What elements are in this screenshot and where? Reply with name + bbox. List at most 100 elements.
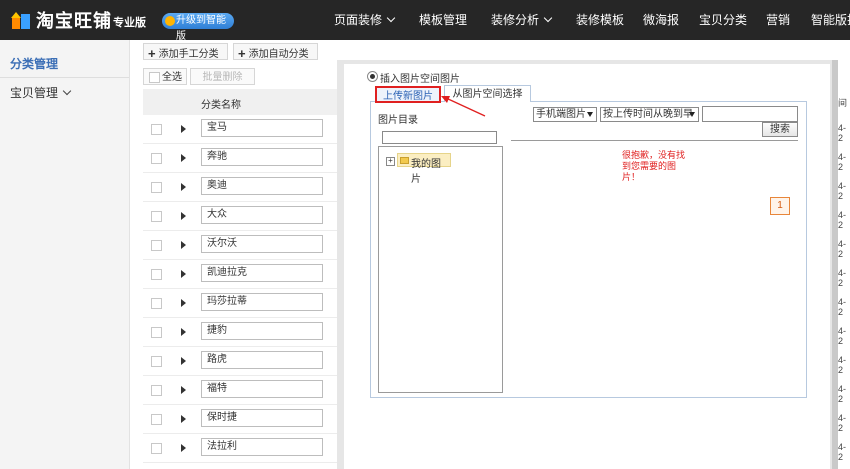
shop-logo-icon: [10, 9, 32, 31]
category-name-input[interactable]: 大众: [201, 206, 323, 224]
search-button[interactable]: 搜索: [762, 122, 798, 137]
folder-icon: [400, 157, 409, 164]
select-value: 手机端图片: [536, 109, 586, 120]
expand-arrow-icon[interactable]: [181, 415, 186, 423]
date-fragment: 4-2: [838, 210, 847, 230]
expand-arrow-icon[interactable]: [181, 299, 186, 307]
button-label: 添加手工分类: [158, 49, 219, 60]
nav-template-management[interactable]: 模板管理: [419, 0, 467, 40]
button-label: 全选: [162, 72, 182, 83]
tree-item-my-images[interactable]: 我的图片: [397, 153, 451, 185]
tree-item-label: 我的图片: [411, 159, 441, 185]
nav-label: 页面装修: [334, 13, 383, 27]
row-checkbox[interactable]: [151, 240, 162, 251]
category-name-input[interactable]: 保时捷: [201, 409, 323, 427]
nav-decoration-templates[interactable]: 装修模板: [576, 0, 624, 40]
upgrade-icon: [165, 16, 175, 26]
sidebar-item-category-management[interactable]: 分类管理: [10, 55, 58, 72]
row-checkbox[interactable]: [151, 443, 162, 454]
row-checkbox[interactable]: [151, 211, 162, 222]
add-auto-category-button[interactable]: + 添加自动分类: [233, 43, 318, 61]
directory-search-input[interactable]: [382, 131, 497, 144]
logo-title: 淘宝旺铺: [36, 11, 112, 31]
date-fragment: 4-2: [838, 442, 847, 462]
add-manual-category-button[interactable]: + 添加手工分类: [143, 43, 228, 61]
expand-arrow-icon[interactable]: [181, 444, 186, 452]
plus-icon: +: [148, 46, 156, 61]
expand-arrow-icon[interactable]: [181, 212, 186, 220]
sidebar-item-label: 宝贝管理: [10, 86, 59, 100]
image-search-input[interactable]: [702, 106, 798, 122]
category-name-input[interactable]: 路虎: [201, 351, 323, 369]
category-name-input[interactable]: 捷豹: [201, 322, 323, 340]
nav-label: 宝贝分类: [699, 13, 748, 27]
batch-delete-button[interactable]: 批量删除: [190, 68, 255, 85]
device-select[interactable]: 手机端图片: [533, 107, 597, 122]
date-fragment: 4-2: [838, 297, 847, 317]
row-checkbox[interactable]: [151, 153, 162, 164]
dropdown-arrow-icon: [587, 112, 593, 117]
expand-arrow-icon[interactable]: [181, 183, 186, 191]
upgrade-button[interactable]: 升级到智能版: [162, 13, 234, 42]
sidebar-divider: [0, 77, 129, 78]
select-all-checkbox[interactable]: [149, 72, 160, 83]
nav-label: 微海报: [643, 13, 680, 27]
category-name-input[interactable]: 福特: [201, 380, 323, 398]
nav-page-decoration[interactable]: 页面装修: [334, 0, 396, 40]
category-name-input[interactable]: 奔驰: [201, 148, 323, 166]
scrollbar[interactable]: [832, 60, 838, 469]
chevron-down-icon: [62, 86, 72, 96]
tree-expand-icon[interactable]: +: [386, 157, 395, 166]
date-fragment: 4-2: [838, 123, 847, 143]
taobao-wangpu-logo[interactable]: 淘宝旺铺: [10, 8, 112, 32]
date-fragment: 4-2: [838, 355, 847, 375]
button-label: 批量删除: [202, 72, 243, 83]
row-checkbox[interactable]: [151, 124, 162, 135]
expand-arrow-icon[interactable]: [181, 386, 186, 394]
select-all-button[interactable]: 全选: [143, 68, 187, 85]
date-fragment: 4-2: [838, 268, 847, 288]
row-checkbox[interactable]: [151, 182, 162, 193]
tab-upload-new-image[interactable]: 上传新图片: [375, 86, 441, 103]
insert-image-radio[interactable]: [367, 71, 378, 82]
sidebar-item-item-management[interactable]: 宝贝管理: [10, 84, 72, 101]
nav-micro-poster[interactable]: 微海报: [643, 0, 679, 40]
category-name-input[interactable]: 沃尔沃: [201, 235, 323, 253]
column-header-fragment: 间: [838, 98, 848, 108]
expand-arrow-icon[interactable]: [181, 328, 186, 336]
nav-decoration-analysis[interactable]: 装修分析: [491, 0, 553, 40]
expand-arrow-icon[interactable]: [181, 154, 186, 162]
no-results-message: 很抱歉，没有找到您需要的图片！: [622, 150, 686, 182]
nav-smart-edition[interactable]: 智能版拾: [811, 0, 850, 40]
expand-arrow-icon[interactable]: [181, 270, 186, 278]
image-directory-label: 图片目录: [378, 115, 418, 126]
row-checkbox[interactable]: [151, 356, 162, 367]
nav-label: 装修分析: [491, 13, 540, 27]
row-checkbox[interactable]: [151, 269, 162, 280]
row-checkbox[interactable]: [151, 298, 162, 309]
category-name-input[interactable]: 宝马: [201, 119, 323, 137]
nav-item-category[interactable]: 宝贝分类: [699, 0, 747, 40]
row-checkbox[interactable]: [151, 327, 162, 338]
expand-arrow-icon[interactable]: [181, 357, 186, 365]
page-number: 1: [777, 200, 783, 211]
pagination-page-1[interactable]: 1: [770, 197, 790, 215]
category-name-input[interactable]: 奥迪: [201, 177, 323, 195]
nav-marketing[interactable]: 营销: [766, 0, 790, 40]
nav-label: 装修模板: [576, 13, 625, 27]
results-divider: [511, 140, 798, 141]
row-checkbox[interactable]: [151, 414, 162, 425]
column-header-category-name: 分类名称: [201, 100, 241, 111]
row-checkbox[interactable]: [151, 385, 162, 396]
date-fragment: 4-2: [838, 326, 847, 346]
button-label: 搜索: [770, 124, 790, 135]
nav-label: 营销: [766, 13, 791, 27]
sort-select[interactable]: 按上传时间从晚到早: [600, 107, 699, 122]
category-name-input[interactable]: 凯迪拉克: [201, 264, 323, 282]
date-fragment: 4-2: [838, 413, 847, 433]
category-name-input[interactable]: 法拉利: [201, 438, 323, 456]
category-name-input[interactable]: 玛莎拉蒂: [201, 293, 323, 311]
select-value: 按上传时间从晚到早: [603, 109, 693, 120]
expand-arrow-icon[interactable]: [181, 241, 186, 249]
expand-arrow-icon[interactable]: [181, 125, 186, 133]
